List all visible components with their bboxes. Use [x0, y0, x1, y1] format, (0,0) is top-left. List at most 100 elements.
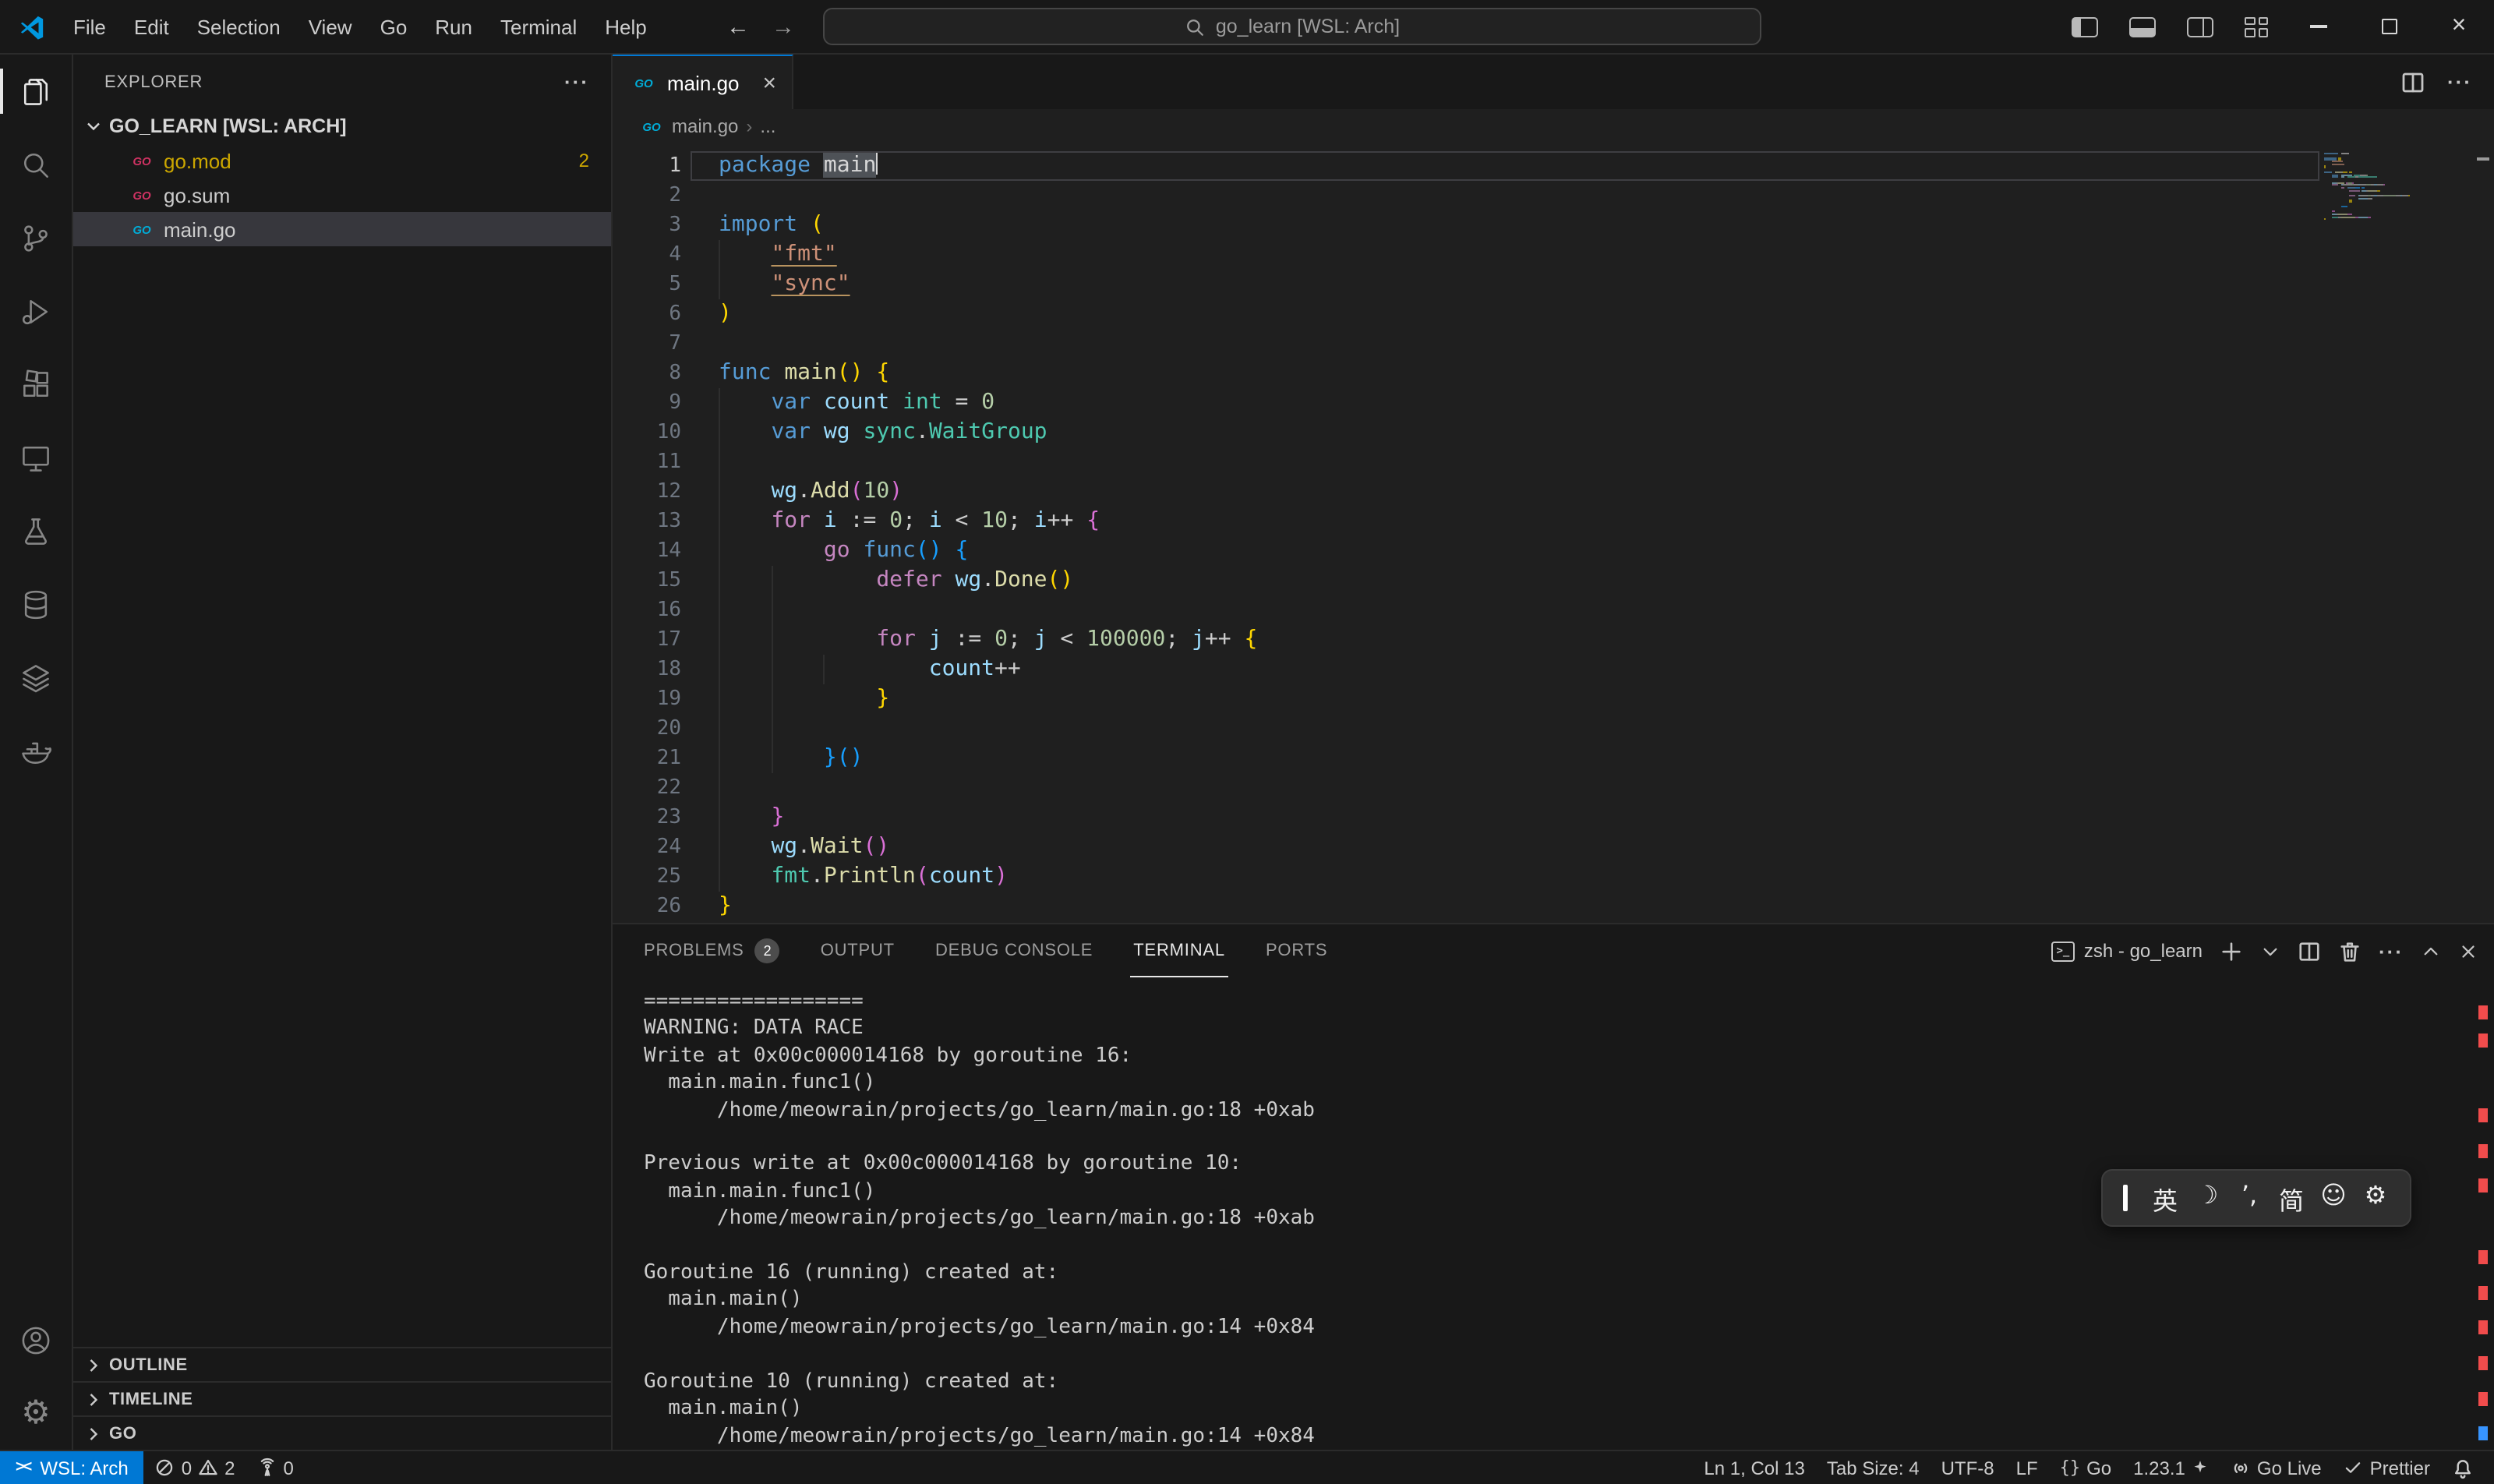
- panel-tab-output[interactable]: OUTPUT: [818, 924, 898, 977]
- line-number[interactable]: 5: [613, 270, 681, 299]
- line-number[interactable]: 14: [613, 536, 681, 566]
- accounts-icon[interactable]: [0, 1303, 72, 1376]
- line-number[interactable]: 18: [613, 655, 681, 684]
- panel-tab-ports[interactable]: PORTS: [1263, 924, 1330, 977]
- menu-selection[interactable]: Selection: [183, 0, 295, 54]
- line-number[interactable]: 15: [613, 566, 681, 595]
- kill-terminal-trash-icon[interactable]: [2338, 939, 2362, 963]
- activity-run-debug-icon[interactable]: [0, 274, 72, 348]
- status-encoding[interactable]: UTF-8: [1931, 1451, 2005, 1484]
- minimap[interactable]: [2324, 153, 2472, 221]
- status-ports[interactable]: 0: [246, 1451, 305, 1484]
- code-editor[interactable]: 1package main23import (4 "fmt"5 "sync"6)…: [613, 143, 2494, 923]
- line-number[interactable]: 19: [613, 684, 681, 714]
- line-number[interactable]: 26: [613, 892, 681, 921]
- ime-item-1[interactable]: ☽: [2186, 1179, 2228, 1217]
- activity-explorer-icon[interactable]: [0, 55, 72, 128]
- status-prettier[interactable]: Prettier: [2333, 1451, 2441, 1484]
- minimize-button[interactable]: [2284, 0, 2354, 54]
- line-number[interactable]: 23: [613, 803, 681, 832]
- panel-tab-debug-console[interactable]: DEBUG CONSOLE: [932, 924, 1096, 977]
- maximize-panel-icon[interactable]: [2421, 941, 2441, 961]
- folder-root[interactable]: GO_LEARN [WSL: ARCH]: [73, 109, 611, 143]
- status-eol[interactable]: LF: [2005, 1451, 2049, 1484]
- activity-source-control-icon[interactable]: [0, 201, 72, 274]
- line-number[interactable]: 20: [613, 714, 681, 744]
- toggle-secondary-sidebar-icon[interactable]: [2187, 16, 2213, 37]
- remote-indicator[interactable]: >< WSL: Arch: [0, 1451, 144, 1484]
- activity-remote-explorer-icon[interactable]: [0, 421, 72, 494]
- activity-layers-icon[interactable]: [0, 641, 72, 714]
- forward-icon[interactable]: →: [772, 14, 795, 41]
- ime-item-4[interactable]: ☺: [2312, 1179, 2354, 1217]
- line-number[interactable]: 11: [613, 447, 681, 477]
- line-number[interactable]: 17: [613, 625, 681, 655]
- status-language[interactable]: {} Go: [2049, 1451, 2123, 1484]
- panel-more-icon[interactable]: ···: [2379, 939, 2404, 963]
- activity-extensions-icon[interactable]: [0, 348, 72, 421]
- breadcrumb-symbol[interactable]: ...: [760, 115, 775, 137]
- toggle-panel-icon[interactable]: [2129, 16, 2156, 37]
- menu-help[interactable]: Help: [591, 0, 661, 54]
- close-button[interactable]: ×: [2424, 0, 2494, 54]
- line-number[interactable]: 10: [613, 418, 681, 447]
- new-terminal-icon[interactable]: [2220, 939, 2243, 963]
- activity-search-icon[interactable]: [0, 128, 72, 201]
- activity-database-icon[interactable]: [0, 567, 72, 641]
- section-outline[interactable]: OUTLINE: [73, 1347, 611, 1381]
- line-number[interactable]: 1: [613, 151, 681, 181]
- terminal-selector[interactable]: >_ zsh - go_learn: [2051, 940, 2203, 962]
- status-problems[interactable]: 0 2: [144, 1451, 246, 1484]
- more-actions-icon[interactable]: ···: [2447, 70, 2472, 94]
- close-panel-icon[interactable]: [2458, 941, 2478, 961]
- menu-go[interactable]: Go: [366, 0, 422, 54]
- tab-main-go[interactable]: GO main.go ×: [613, 55, 793, 109]
- line-number[interactable]: 4: [613, 240, 681, 270]
- section-go[interactable]: GO: [73, 1415, 611, 1450]
- breadcrumb[interactable]: GO main.go › ...: [613, 109, 2494, 143]
- menu-run[interactable]: Run: [421, 0, 486, 54]
- back-icon[interactable]: ←: [726, 14, 750, 41]
- line-number[interactable]: 8: [613, 359, 681, 388]
- line-number[interactable]: 24: [613, 832, 681, 862]
- toggle-sidebar-icon[interactable]: [2072, 16, 2098, 37]
- command-center-search[interactable]: go_learn [WSL: Arch]: [823, 8, 1761, 45]
- explorer-actions-icon[interactable]: ···: [564, 70, 589, 94]
- line-number[interactable]: 3: [613, 210, 681, 240]
- line-number[interactable]: 21: [613, 744, 681, 773]
- section-timeline[interactable]: TIMELINE: [73, 1381, 611, 1415]
- breadcrumb-file[interactable]: main.go: [672, 115, 738, 137]
- notifications-bell-icon[interactable]: [2441, 1451, 2485, 1484]
- line-number[interactable]: 9: [613, 388, 681, 418]
- line-number[interactable]: 7: [613, 329, 681, 359]
- ime-item-3[interactable]: 简: [2270, 1179, 2312, 1217]
- split-terminal-icon[interactable]: [2298, 939, 2321, 963]
- panel-tab-terminal[interactable]: TERMINAL: [1130, 924, 1228, 977]
- ime-item-5[interactable]: ⚙: [2354, 1179, 2397, 1217]
- line-number[interactable]: 2: [613, 181, 681, 210]
- line-number[interactable]: 22: [613, 773, 681, 803]
- activity-docker-icon[interactable]: [0, 714, 72, 787]
- line-number[interactable]: 16: [613, 595, 681, 625]
- ime-item-0[interactable]: 英: [2144, 1179, 2186, 1217]
- menu-edit[interactable]: Edit: [120, 0, 183, 54]
- panel-tab-problems[interactable]: PROBLEMS2: [641, 924, 783, 977]
- line-number[interactable]: 13: [613, 507, 681, 536]
- activity-testing-icon[interactable]: [0, 494, 72, 567]
- menu-terminal[interactable]: Terminal: [486, 0, 591, 54]
- maximize-button[interactable]: [2354, 0, 2424, 54]
- status-tab-size[interactable]: Tab Size: 4: [1816, 1451, 1931, 1484]
- status-go-version[interactable]: 1.23.1: [2122, 1451, 2220, 1484]
- line-number[interactable]: 25: [613, 862, 681, 892]
- terminal-dropdown-icon[interactable]: [2260, 941, 2280, 961]
- status-go-live[interactable]: Go Live: [2220, 1451, 2333, 1484]
- explorer-item-go-sum[interactable]: GOgo.sum: [73, 178, 611, 212]
- line-number[interactable]: 6: [613, 299, 681, 329]
- customize-layout-icon[interactable]: [2245, 16, 2268, 37]
- tab-close-icon[interactable]: ×: [763, 69, 777, 96]
- menu-view[interactable]: View: [295, 0, 366, 54]
- settings-gear-icon[interactable]: ⚙: [0, 1376, 72, 1450]
- explorer-item-main-go[interactable]: GOmain.go: [73, 212, 611, 246]
- ime-item-2[interactable]: ’,: [2228, 1179, 2270, 1217]
- status-cursor-position[interactable]: Ln 1, Col 13: [1693, 1451, 1815, 1484]
